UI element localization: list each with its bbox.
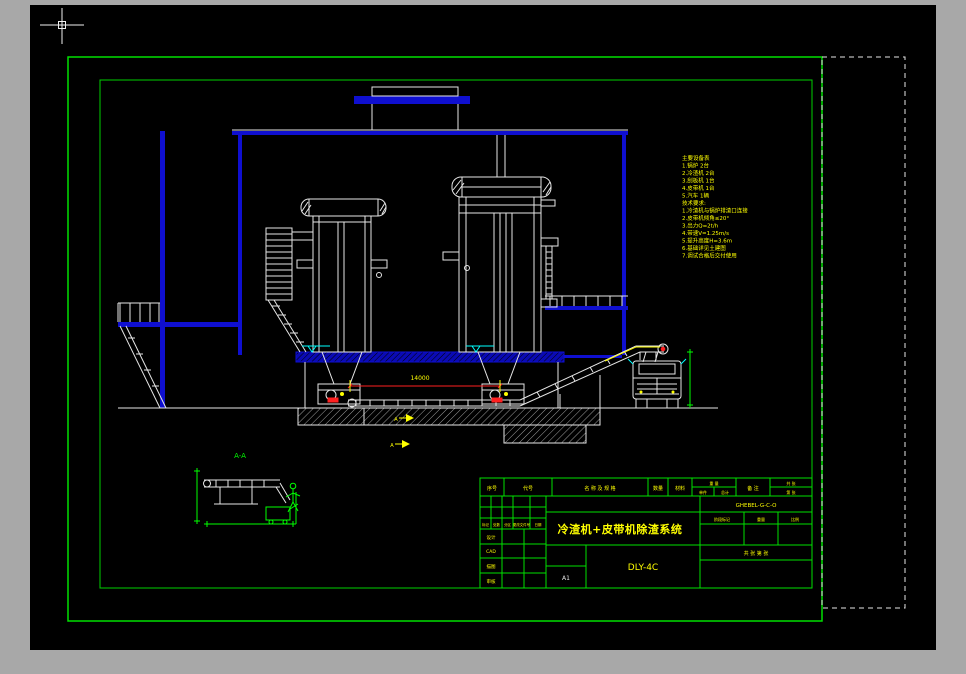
stage-scale: 比例: [791, 516, 799, 522]
parts-header-name: 名 称 及 规 格: [584, 485, 615, 492]
worker-figure: [286, 489, 300, 512]
left-stair: [268, 300, 306, 352]
sheet-info: 共 张 第 张: [744, 550, 769, 557]
title-block: 序号 代号 名 称 及 规 格 数量 材料 重 量 单件 总计 备 注 共 张 …: [480, 478, 812, 588]
foundation-pit: [504, 425, 586, 443]
sign-row-cad: CAD: [486, 549, 496, 555]
left-boiler-body: [313, 216, 371, 352]
stage-weight: 重量: [757, 516, 765, 522]
parts-header-total: 总计: [721, 489, 729, 495]
note-line: 2.皮带机倾角≤20°: [682, 214, 729, 222]
note-line: 3.出力Q=2t/h: [682, 222, 719, 230]
dimension-line-14000: [348, 384, 502, 388]
parts-header-seq: 序号: [487, 485, 497, 492]
drawing-number: DLY-4C: [628, 563, 658, 573]
parts-header-remark: 备 注: [747, 485, 759, 492]
revision-mark: 标记: [482, 522, 489, 527]
sign-row-trace: 描图: [487, 563, 496, 570]
penthouse-walls: [372, 104, 458, 130]
note-line: 5.提升高度H=3.6m: [682, 237, 732, 245]
truck-wheel-left: [636, 399, 647, 408]
operating-floor-band: [296, 352, 564, 362]
main-drawing-white: [118, 87, 718, 504]
left-drum: [301, 199, 386, 216]
drawing-title: 冷渣机+皮带机除渣系统: [558, 522, 683, 536]
drawing-canvas[interactable]: 14000 A A A-A: [30, 5, 936, 650]
outer-sheet-border: [68, 57, 822, 621]
sign-row-check: 审核: [487, 578, 496, 585]
foundation-left: [298, 408, 364, 425]
note-line: 4.带速V=1.25m/s: [682, 230, 729, 237]
left-slag-cooler: [318, 384, 360, 404]
main-beam: [232, 131, 628, 135]
parts-header-weight: 重 量: [709, 480, 718, 486]
section-label-bottom: A: [390, 443, 394, 449]
right-boiler: [443, 177, 558, 404]
column-right: [622, 135, 626, 355]
note-line: 2.冷渣机 2台: [682, 169, 715, 177]
left-boiler: [266, 199, 387, 404]
truck-wheel-right: [667, 399, 678, 408]
slag-cart: [266, 507, 290, 520]
parts-header-unit: 单件: [699, 489, 707, 495]
sign-row-design: 设计: [487, 534, 496, 541]
equipment-notes: 主要设备表 1.锅炉 2台 2.冷渣机 2台 3.刮板机 1台 4.皮带机 1台…: [682, 154, 748, 260]
section-label-top: A: [394, 417, 398, 423]
elevation-mark-left: [302, 346, 330, 352]
manhole: [377, 273, 382, 278]
parts-header-code: 代号: [523, 485, 533, 492]
left-platform: [118, 303, 166, 408]
left-bracket-l: [297, 260, 313, 268]
elevation-mark-right: [466, 346, 494, 352]
revision-zone: 分区: [504, 522, 511, 527]
parts-header-material: 材料: [675, 485, 685, 492]
paper-size: A1: [562, 575, 570, 582]
truck-dimension: [687, 349, 693, 408]
truck-light-right: [672, 391, 675, 394]
truck-window: [639, 364, 675, 374]
pulley-center: [661, 347, 665, 351]
floor-supports: [305, 362, 558, 408]
note-line: 1.冷渣机与锅炉排渣口连接: [682, 207, 748, 215]
stage-mark: 阶段标记: [714, 516, 730, 522]
note-line: 6.基础详见土建图: [682, 244, 726, 252]
roof-penthouse: [372, 87, 458, 96]
parts-header-sheets-top: 共 张: [786, 480, 795, 486]
revision-date: 日期: [535, 522, 542, 527]
note-line: 7.调试合格后交付使用: [682, 252, 737, 260]
detail-dimensions: [194, 468, 296, 527]
detail-view-aa: [204, 480, 291, 504]
note-line: 1.锅炉 2台: [682, 162, 709, 170]
cad-viewport: 14000 A A A-A: [30, 5, 936, 650]
note-line: 5.汽车 1辆: [682, 192, 709, 200]
dimension-text: 14000: [410, 375, 429, 382]
cad-application-window: 14000 A A A-A: [0, 0, 966, 674]
detail-view-label: A-A: [234, 452, 246, 460]
truck-light-left: [640, 391, 643, 394]
roof-slab: [354, 96, 470, 104]
note-line: 4.皮带机 1台: [682, 184, 715, 192]
foundations: [298, 408, 600, 443]
revision-count: 处数: [493, 522, 500, 527]
dump-truck: [633, 361, 681, 408]
revision-doc-no: 更改文件号: [513, 522, 531, 527]
paper-extent-dashed-border: [822, 57, 905, 608]
green-entities: [194, 349, 693, 527]
right-ladder: [546, 246, 552, 299]
left-bracket-r: [371, 260, 387, 268]
note-line: 3.刮板机 1台: [682, 177, 715, 185]
foundation-mid: [364, 408, 600, 425]
worker-figure-head: [290, 483, 296, 489]
parts-header-qty: 数量: [653, 485, 663, 492]
note-line: 主要设备表: [682, 154, 710, 162]
crosshair-cursor: [40, 8, 84, 44]
right-slag-cooler: [482, 384, 524, 404]
column-far-left: [160, 131, 165, 408]
project-code: GHEBEL-G-C-O: [736, 503, 777, 509]
note-line: 技术要求:: [682, 199, 706, 207]
steam-pipes: [497, 135, 505, 177]
parts-header-sheets-bottom: 第 张: [786, 489, 795, 495]
platform-beam: [118, 322, 242, 327]
